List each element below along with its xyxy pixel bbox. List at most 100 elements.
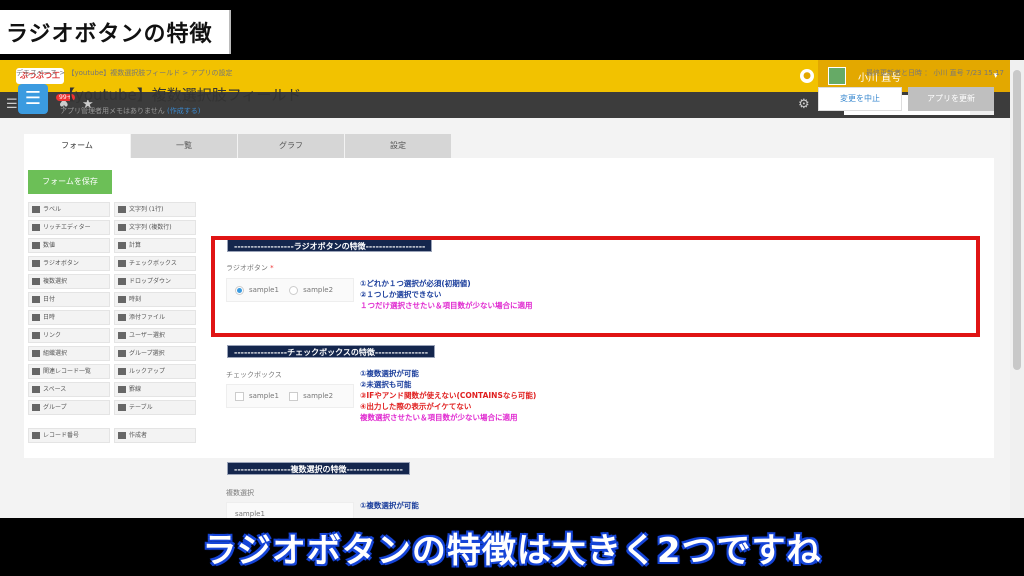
palette-item-label: 数値 <box>43 242 56 249</box>
palette-item-label: グループ選択 <box>129 350 165 357</box>
palette-item-label: チェックボックス <box>129 260 177 267</box>
save-form-button[interactable]: フォームを保存 <box>28 170 112 194</box>
app-list-icon: ☰ <box>18 84 48 114</box>
avatar <box>828 67 846 85</box>
palette-item[interactable]: リッチエディター <box>28 220 110 235</box>
field-type-icon <box>118 206 126 213</box>
field-type-icon <box>32 332 40 339</box>
video-subtitle: ラジオボタンの特徴は大きく2つですね <box>0 518 1024 576</box>
update-app-button[interactable]: アプリを更新 <box>908 87 994 111</box>
breadcrumb[interactable]: デモスペース > 【youtube】複数選択肢フィールド > アプリの設定 <box>16 68 232 78</box>
palette-item[interactable]: ルックアップ <box>114 364 196 379</box>
field-palette: フォームを保存 ラベル 文字列 (1行) リッチエディター 文字列 (複数行) 数値 計算… <box>24 158 208 458</box>
memo-create-link[interactable]: (作成する) <box>167 107 200 115</box>
field-type-icon <box>32 206 40 213</box>
app-memo: アプリ管理者用メモはありません (作成する) <box>60 106 201 116</box>
field-type-icon <box>32 278 40 285</box>
palette-item-label: 文字列 (1行) <box>129 206 164 213</box>
tab-settings[interactable]: 設定 <box>345 134 451 158</box>
palette-item-label: グループ <box>43 404 67 411</box>
palette-item[interactable]: テーブル <box>114 400 196 415</box>
tab-form[interactable]: フォーム <box>24 134 130 158</box>
red-highlight-box <box>211 236 980 337</box>
palette-item-label: レコード番号 <box>43 432 80 439</box>
field-type-icon <box>118 386 126 393</box>
palette-item[interactable]: 数値 <box>28 238 110 253</box>
palette-item-label: 日時 <box>43 314 56 321</box>
checkbox-option-2-icon[interactable] <box>289 391 299 401</box>
checkbox-note-3: ③IFやアンド関数が使えない(CONTAINSなら可能) <box>360 391 537 400</box>
field-type-icon <box>118 314 126 321</box>
field-type-icon <box>118 368 126 375</box>
video-top-caption: ラジオボタンの特徴 <box>0 10 231 54</box>
palette-item[interactable]: ラベル <box>28 202 110 217</box>
palette-item[interactable]: 組織選択 <box>28 346 110 361</box>
last-modified: 最終更新者と日時 ： 小川 直号 7/23 15:17 <box>865 69 1004 77</box>
checkbox-notes: ①複数選択が可能 ②未選択も可能 ③IFやアンド関数が使えない(CONTAINS… <box>360 368 536 423</box>
palette-item[interactable]: スペース <box>28 382 110 397</box>
palette-item-label: テーブル <box>129 404 153 411</box>
palette-item-label: 組織選択 <box>43 350 68 357</box>
multiselect-option-1[interactable]: sample1 <box>235 510 265 518</box>
palette-item[interactable]: 関連レコード一覧 <box>28 364 110 379</box>
palette-item[interactable]: 添付ファイル <box>114 310 196 325</box>
palette-item[interactable]: チェックボックス <box>114 256 196 271</box>
palette-item-label: ドロップダウン <box>129 278 172 285</box>
checkbox-option-1-icon[interactable] <box>235 391 244 401</box>
checkbox-note-2: ②未選択も可能 <box>360 380 412 389</box>
checkbox-field[interactable]: sample1 sample2 <box>226 384 354 408</box>
field-type-icon <box>118 278 126 285</box>
palette-item-label: ユーザー選択 <box>129 332 165 339</box>
checkbox-field-label: チェックボックス <box>226 371 282 379</box>
palette-item[interactable]: ラジオボタン <box>28 256 110 271</box>
checkbox-note-5: 複数選択させたい＆項目数が少ない場合に適用 <box>360 413 518 422</box>
palette-item-label: 罫線 <box>129 386 142 393</box>
bell-icon[interactable]: ● <box>800 69 814 83</box>
palette-item[interactable]: グループ選択 <box>114 346 196 361</box>
field-type-icon <box>118 432 126 439</box>
palette-item[interactable]: 複数選択 <box>28 274 110 289</box>
settings-tabs: フォーム 一覧 グラフ 設定 <box>24 134 452 158</box>
palette-item[interactable]: 作成者 <box>114 428 196 443</box>
palette-item[interactable]: 時刻 <box>114 292 196 307</box>
palette-item-label: 複数選択 <box>43 278 68 285</box>
palette-item-label: ルックアップ <box>129 368 166 375</box>
gear-icon[interactable]: ⚙ <box>798 97 810 113</box>
palette-item-label: リンク <box>43 332 62 339</box>
field-type-icon <box>32 260 40 267</box>
subtitle-text: ラジオボタンの特徴は大きく2つですね <box>202 530 822 571</box>
multiselect-section-header[interactable]: -----------------複数選択の特徴----------------… <box>227 462 410 475</box>
field-type-icon <box>118 224 126 231</box>
menu-icon[interactable]: ☰ <box>6 97 18 113</box>
palette-item[interactable]: グループ <box>28 400 110 415</box>
checkbox-section-header[interactable]: ----------------チェックボックスの特徴-------------… <box>227 345 436 358</box>
tab-list[interactable]: 一覧 <box>131 134 237 158</box>
page-title: 【youtube】複数選択肢フィールド <box>60 86 302 104</box>
palette-item[interactable]: 文字列 (1行) <box>114 202 196 217</box>
palette-item[interactable]: 文字列 (複数行) <box>114 220 196 235</box>
palette-item-label: ラジオボタン <box>43 260 79 267</box>
palette-item[interactable]: レコード番号 <box>28 428 110 443</box>
scroll-thumb[interactable] <box>1013 70 1021 370</box>
field-type-icon <box>32 224 40 231</box>
field-type-icon <box>118 242 126 249</box>
palette-item[interactable]: 日時 <box>28 310 110 325</box>
page-scrollbar[interactable] <box>1010 60 1024 518</box>
field-type-icon <box>32 404 40 411</box>
cancel-changes-button[interactable]: 変更を中止 <box>818 87 902 111</box>
checkbox-note-4: ④出力した際の表示がイケてない <box>360 402 472 411</box>
checkbox-option-1-label[interactable]: sample1 <box>249 392 279 400</box>
palette-item[interactable]: ユーザー選択 <box>114 328 196 343</box>
palette-item-label: リッチエディター <box>43 224 91 231</box>
tab-graph[interactable]: グラフ <box>238 134 344 158</box>
palette-item[interactable]: 罫線 <box>114 382 196 397</box>
memo-text: アプリ管理者用メモはありません <box>60 107 165 115</box>
palette-item[interactable]: リンク <box>28 328 110 343</box>
multiselect-field-label: 複数選択 <box>226 489 254 497</box>
palette-item[interactable]: 日付 <box>28 292 110 307</box>
palette-item[interactable]: ドロップダウン <box>114 274 196 289</box>
checkbox-option-2-label[interactable]: sample2 <box>303 392 333 400</box>
palette-item[interactable]: 計算 <box>114 238 196 253</box>
multiselect-note-1: ①複数選択が可能 <box>360 501 419 510</box>
field-type-icon <box>118 260 126 267</box>
